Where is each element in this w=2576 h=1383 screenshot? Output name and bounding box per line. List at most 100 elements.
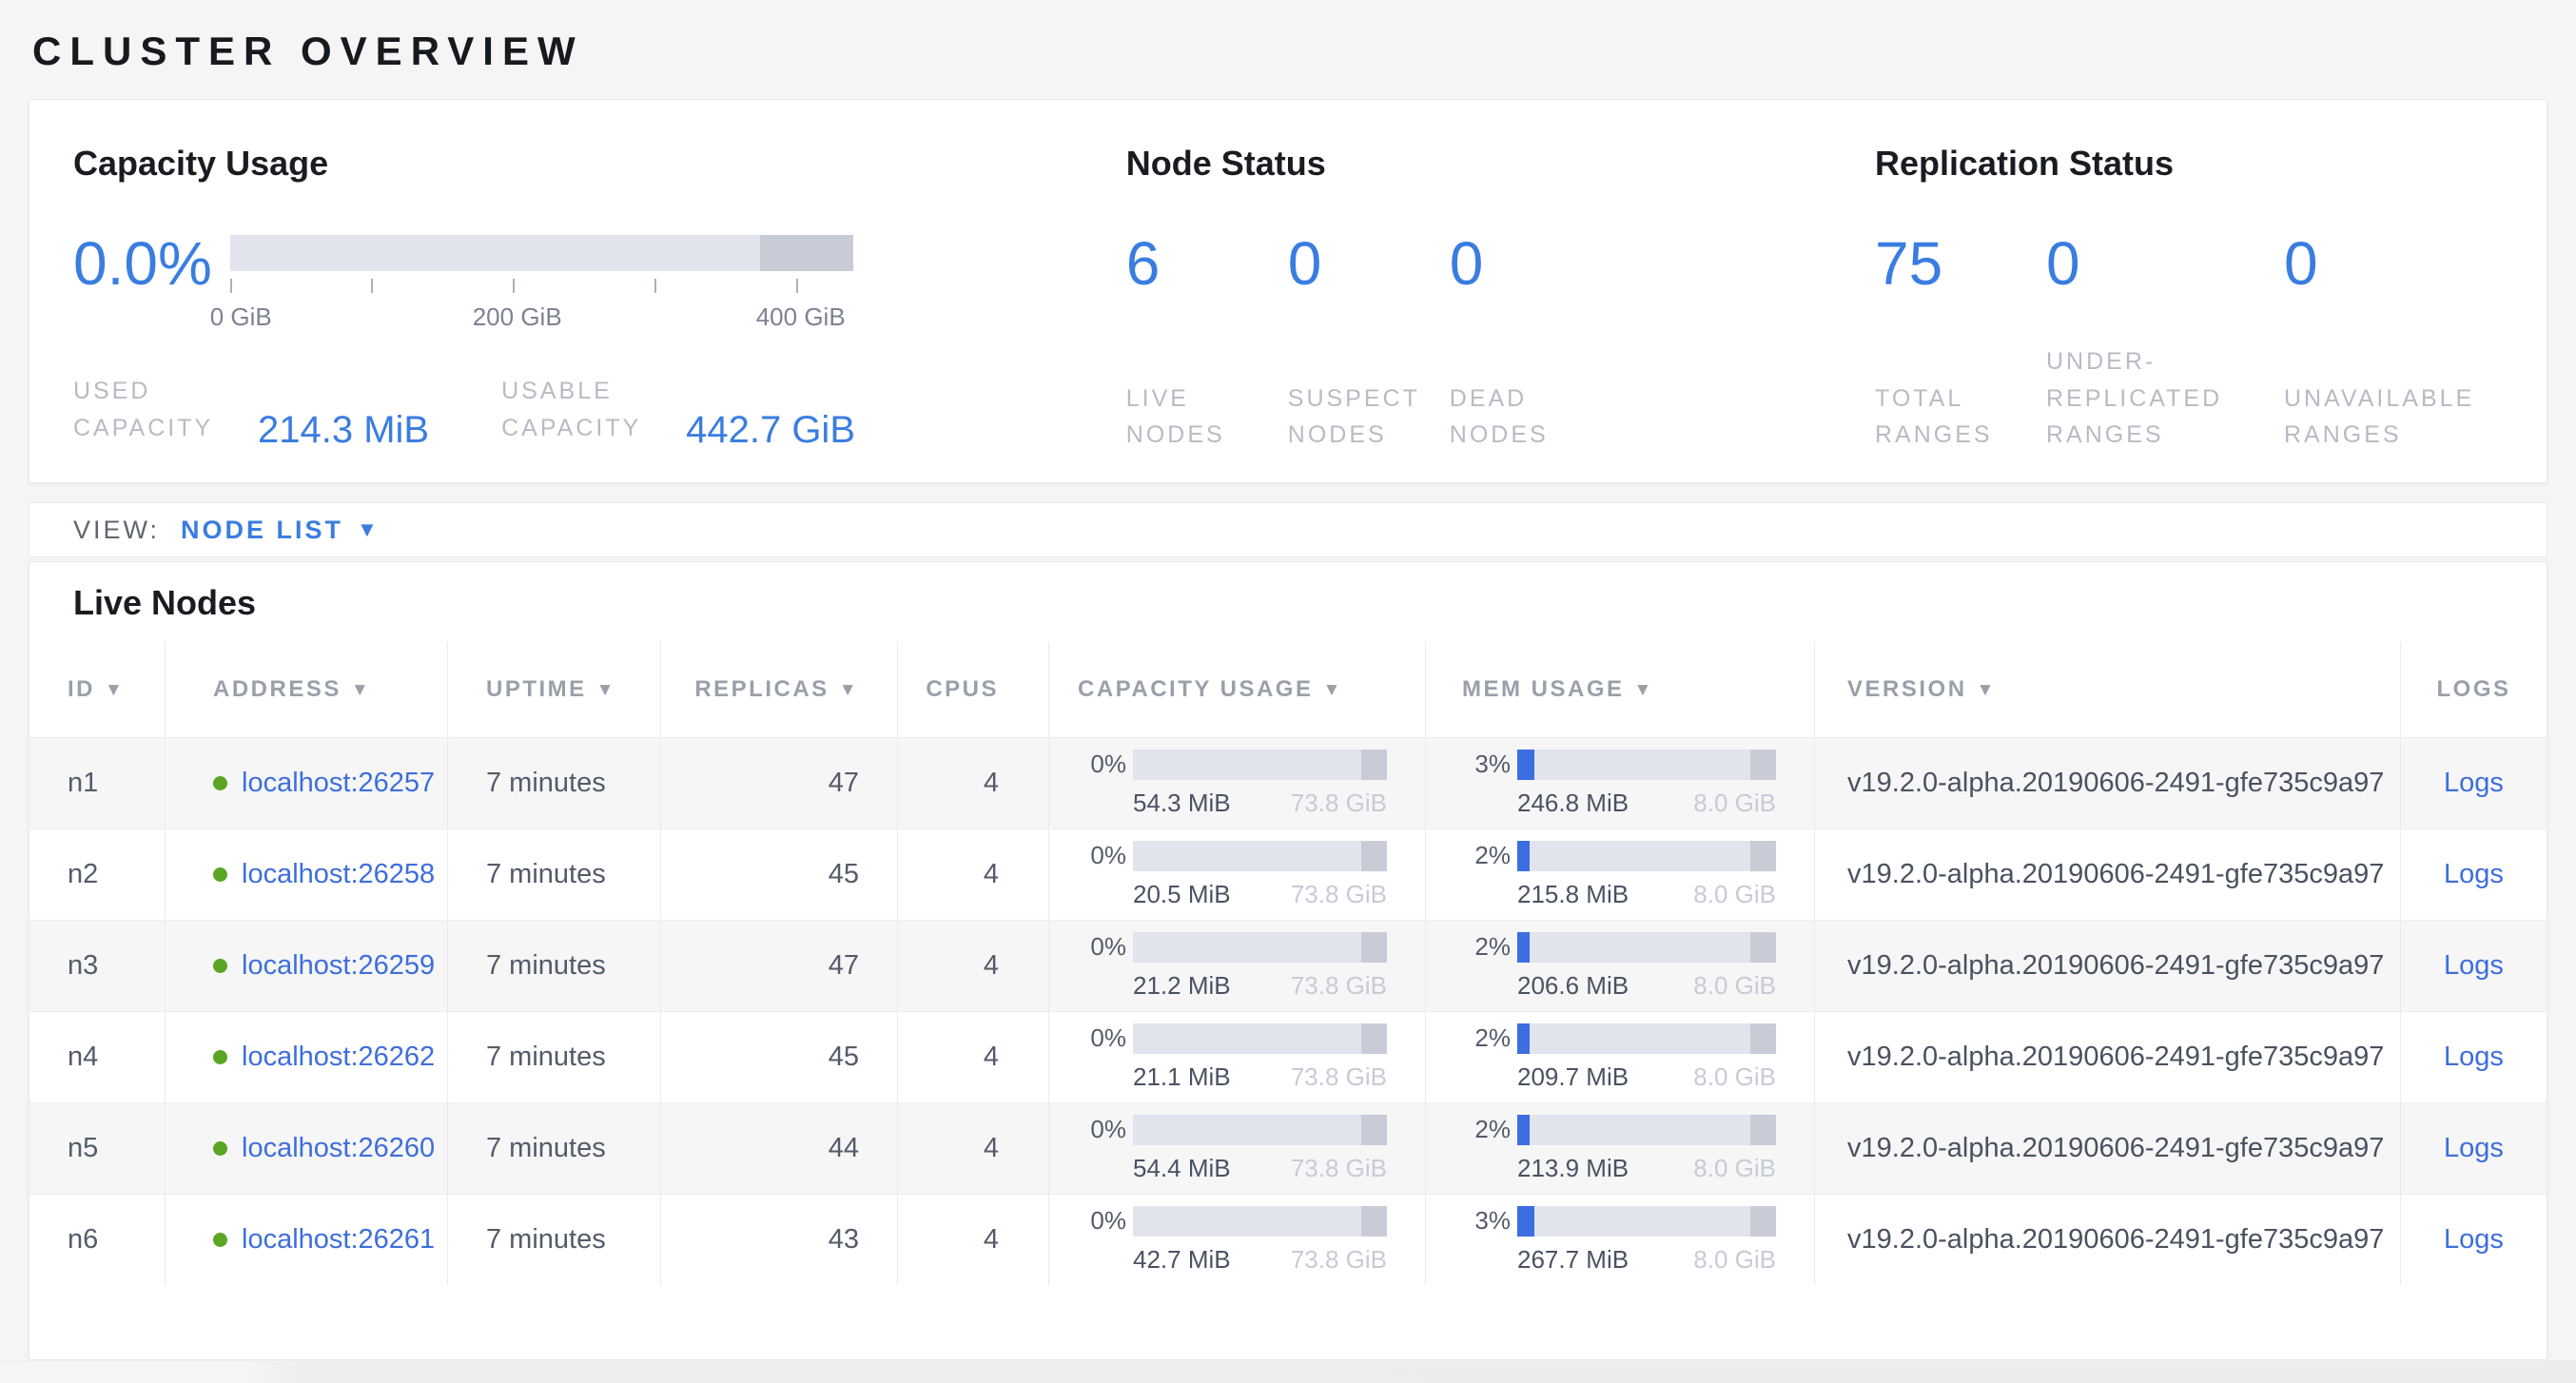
capacity-used-value: 21.1 MiB [1133,1062,1231,1092]
column-header-logs: LOGS [2401,642,2547,737]
live-nodes-panel: Live Nodes ID▼ADDRESS▼UPTIME▼REPLICAS▼CP… [29,561,2547,1360]
mem-usage-cell: 2% 215.8 MiB 8.0 GiB [1426,829,1815,920]
mem-usage-cell: 3% 246.8 MiB 8.0 GiB [1426,738,1815,828]
mem-bar-fill [1517,750,1534,780]
sort-arrow-icon: ▼ [105,680,125,701]
mem-usage-bar [1517,750,1776,780]
node-address-link[interactable]: localhost:26258 [242,859,435,890]
mem-total-value: 8.0 GiB [1693,1062,1776,1092]
capacity-total-value: 73.8 GiB [1291,1062,1387,1092]
uptime-cell: 7 minutes [448,921,661,1011]
cpus-cell: 4 [898,921,1049,1011]
axis-label-400: 400 GiB [756,302,846,332]
suspect-nodes-stat: 0 SUSPECT NODES [1288,235,1450,454]
table-row: n5 localhost:26260 7 minutes 44 4 0% 54.… [29,1102,2547,1194]
capacity-usage-bar [1133,1023,1387,1054]
column-header-uptime[interactable]: UPTIME▼ [448,642,661,737]
table-body: n1 localhost:26257 7 minutes 47 4 0% 54.… [29,737,2547,1285]
uptime-cell: 7 minutes [448,1103,661,1194]
capacity-total-value: 73.8 GiB [1291,880,1387,909]
live-nodes-title: Live Nodes [29,562,2547,642]
column-header-mem-usage[interactable]: MEM USAGE▼ [1426,642,1815,737]
replication-status-title: Replication Status [1875,144,2503,184]
node-live-status-icon [213,959,227,973]
uptime-cell: 7 minutes [448,738,661,828]
cpus-cell: 4 [898,1195,1049,1285]
mem-bar-fill [1517,1206,1534,1237]
mem-used-value: 215.8 MiB [1517,880,1629,909]
unavailable-ranges-stat: 0 UNAVAILABLE RANGES [2284,235,2503,454]
mem-percent: 2% [1462,932,1517,962]
column-header-replicas[interactable]: REPLICAS▼ [661,642,898,737]
cluster-overview-page: CLUSTER OVERVIEW Capacity Usage 0.0% [0,0,2576,1383]
sort-arrow-icon: ▼ [351,680,371,701]
used-capacity-value: 214.3 MiB [258,409,429,452]
usable-capacity-stat: USABLE CAPACITY 442.7 GiB [501,373,855,447]
view-selector-bar: VIEW: NODE LIST ▼ [29,502,2547,557]
capacity-usage-chart: 0 GiB 200 GiB 400 GiB [230,235,853,333]
capacity-percent: 0% [1078,1023,1133,1053]
logs-cell: Logs [2401,1103,2547,1194]
node-status-card: Node Status 6 LIVE NODES 0 SUSPECT NODES… [1126,100,1875,482]
version-cell: v19.2.0-alpha.20190606-2491-gfe735c9a97 [1815,738,2401,828]
logs-link[interactable]: Logs [2444,1224,2504,1256]
sort-arrow-icon: ▼ [596,680,616,701]
node-address-cell: localhost:26261 [166,1195,448,1285]
node-status-title: Node Status [1126,144,1875,184]
capacity-bar-reserved-segment [1361,932,1387,963]
mem-bar-reserved-segment [1750,841,1776,871]
capacity-usage-bar [1133,932,1387,963]
mem-bar-reserved-segment [1750,932,1776,963]
logs-link[interactable]: Logs [2444,950,2504,982]
node-address-link[interactable]: localhost:26257 [242,768,435,799]
capacity-bar-reserved-segment [1361,1206,1387,1237]
mem-usage-bar [1517,932,1776,963]
logs-link[interactable]: Logs [2444,768,2504,799]
under-replicated-ranges-label: UNDER-REPLICATED RANGES [2046,343,2284,454]
node-address-link[interactable]: localhost:26259 [242,950,435,982]
column-header-capacity-usage[interactable]: CAPACITY USAGE▼ [1049,642,1426,737]
capacity-usage-bar [1133,750,1387,780]
live-nodes-label: LIVE NODES [1126,380,1288,455]
node-live-status-icon [213,776,227,790]
usable-capacity-value: 442.7 GiB [686,409,855,452]
node-id-cell: n1 [29,738,166,828]
table-row: n2 localhost:26258 7 minutes 45 4 0% 20.… [29,828,2547,920]
mem-total-value: 8.0 GiB [1693,1154,1776,1183]
replicas-cell: 47 [661,738,898,828]
column-header-address[interactable]: ADDRESS▼ [166,642,448,737]
version-cell: v19.2.0-alpha.20190606-2491-gfe735c9a97 [1815,921,2401,1011]
column-header-version[interactable]: VERSION▼ [1815,642,2401,737]
mem-used-value: 267.7 MiB [1517,1245,1629,1275]
logs-link[interactable]: Logs [2444,859,2504,890]
column-header-id[interactable]: ID▼ [29,642,166,737]
logs-link[interactable]: Logs [2444,1133,2504,1164]
node-address-link[interactable]: localhost:26262 [242,1042,435,1073]
node-live-status-icon [213,1141,227,1156]
node-address-cell: localhost:26262 [166,1012,448,1102]
node-address-link[interactable]: localhost:26261 [242,1224,435,1256]
node-live-status-icon [213,867,227,882]
live-nodes-stat: 6 LIVE NODES [1126,235,1288,454]
sort-arrow-icon: ▼ [1977,680,1997,701]
version-cell: v19.2.0-alpha.20190606-2491-gfe735c9a97 [1815,1103,2401,1194]
capacity-bar-reserved-segment [1361,1115,1387,1145]
total-ranges-label: TOTAL RANGES [1875,380,2046,455]
logs-link[interactable]: Logs [2444,1042,2504,1073]
mem-total-value: 8.0 GiB [1693,1245,1776,1275]
node-id-cell: n6 [29,1195,166,1285]
table-row: n6 localhost:26261 7 minutes 43 4 0% 42.… [29,1194,2547,1285]
node-address-link[interactable]: localhost:26260 [242,1133,435,1164]
mem-usage-cell: 2% 209.7 MiB 8.0 GiB [1426,1012,1815,1102]
capacity-percent: 0% [1078,932,1133,962]
node-address-cell: localhost:26259 [166,921,448,1011]
view-dropdown[interactable]: NODE LIST ▼ [181,516,378,545]
mem-usage-bar [1517,1206,1776,1237]
mem-usage-bar [1517,841,1776,871]
capacity-total-value: 73.8 GiB [1291,789,1387,818]
mem-bar-reserved-segment [1750,1023,1776,1054]
capacity-usage-cell: 0% 54.3 MiB 73.8 GiB [1049,738,1426,828]
uptime-cell: 7 minutes [448,829,661,920]
sort-arrow-icon: ▼ [1634,680,1654,701]
capacity-usage-bar [1133,1206,1387,1237]
